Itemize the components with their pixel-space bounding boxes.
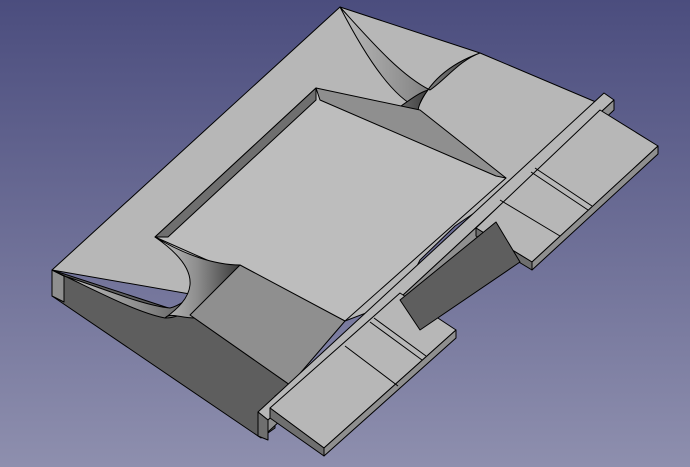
3d-viewport[interactable]: [0, 0, 690, 467]
viewport-canvas[interactable]: [0, 0, 690, 467]
